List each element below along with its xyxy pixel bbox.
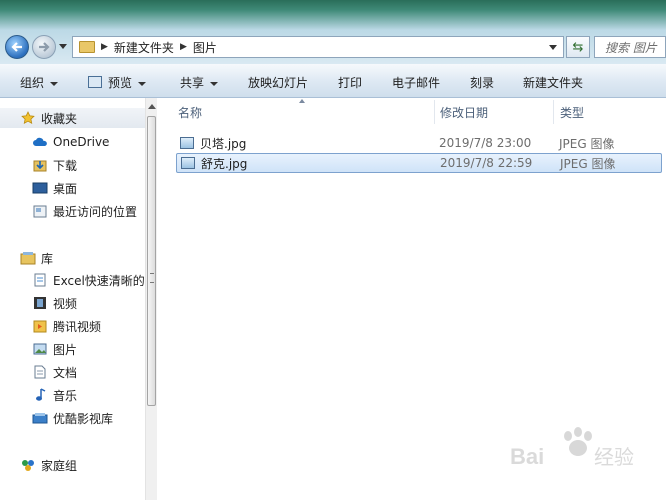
star-icon	[20, 111, 36, 125]
folder-play-icon	[32, 319, 48, 333]
downloads-folder-icon	[32, 158, 48, 172]
nav-item-recent-places[interactable]: 最近访问的位置	[0, 201, 146, 221]
back-button[interactable]	[5, 35, 29, 59]
breadcrumb-new-folder[interactable]: 新建文件夹	[114, 39, 174, 56]
window-title-area: ▶ 新建文件夹 ▶ 图片 ⇆ 搜索 图片	[0, 0, 666, 64]
nav-homegroup-label: 家庭组	[41, 458, 78, 473]
nav-item-label: 腾讯视频	[53, 319, 102, 334]
nav-item-label: 优酷影视库	[53, 411, 114, 426]
nav-item-documents[interactable]: 文档	[0, 362, 146, 382]
desktop-icon	[32, 181, 48, 195]
column-header-type[interactable]: 类型	[560, 104, 584, 121]
column-header-name[interactable]: 名称	[178, 104, 202, 121]
email-button[interactable]: 电子邮件	[392, 74, 440, 91]
slideshow-button[interactable]: 放映幻灯片	[248, 74, 308, 91]
navigation-scrollbar[interactable]	[145, 98, 157, 500]
cloud-icon	[32, 135, 48, 149]
nav-libraries-label: 库	[41, 251, 54, 266]
address-bar[interactable]: ▶ 新建文件夹 ▶ 图片	[72, 36, 564, 58]
recent-places-icon	[32, 204, 48, 218]
nav-item-label: 桌面	[53, 181, 78, 196]
breadcrumb-pictures[interactable]: 图片	[193, 39, 217, 56]
chevron-down-icon	[210, 81, 219, 86]
preview-icon	[88, 76, 102, 88]
command-bar: 组织 预览 共享 放映幻灯片 打印 电子邮件 刻录 新建文件夹	[0, 64, 666, 98]
nav-item-label: 文档	[53, 365, 78, 380]
nav-item-excel-library[interactable]: Excel快速清晰的	[0, 270, 146, 290]
nav-item-music[interactable]: 音乐	[0, 385, 146, 405]
nav-item-label: 最近访问的位置	[53, 204, 138, 219]
column-header-date-modified[interactable]: 修改日期	[440, 104, 488, 121]
arrow-right-icon	[39, 42, 50, 52]
film-icon	[32, 296, 48, 310]
nav-item-pictures[interactable]: 图片	[0, 339, 146, 359]
new-folder-button[interactable]: 新建文件夹	[523, 74, 583, 91]
organize-button[interactable]: 组织	[20, 74, 59, 91]
nav-favorites-label: 收藏夹	[41, 111, 78, 126]
organize-label: 组织	[20, 76, 45, 90]
folder-icon	[79, 41, 95, 53]
nav-item-label: OneDrive	[53, 135, 110, 149]
homegroup-icon	[20, 458, 36, 472]
scroll-up-icon[interactable]	[148, 104, 156, 109]
nav-item-onedrive[interactable]: OneDrive	[0, 132, 146, 152]
jpeg-file-icon	[180, 137, 194, 149]
navigation-pane: 收藏夹 OneDrive 下载 桌面 最近访问的位置 库 Excel快速清晰的 …	[0, 98, 146, 500]
nav-item-desktop[interactable]: 桌面	[0, 178, 146, 198]
share-label: 共享	[180, 76, 205, 90]
file-type: JPEG 图像	[559, 136, 615, 151]
column-divider[interactable]	[434, 100, 435, 124]
sort-ascending-icon	[299, 99, 305, 103]
column-divider[interactable]	[553, 100, 554, 124]
document-library-icon	[32, 273, 48, 287]
svg-text:Bai: Bai	[510, 444, 544, 469]
nav-item-label: 下载	[53, 158, 78, 173]
nav-item-label: 音乐	[53, 388, 78, 403]
file-name: 舒克.jpg	[201, 156, 248, 171]
file-row-selected[interactable]: 舒克.jpg 2019/7/8 22:59 JPEG 图像	[176, 153, 662, 173]
svg-text:经验: 经验	[594, 445, 634, 469]
chevron-right-icon[interactable]: ▶	[101, 42, 108, 52]
share-button[interactable]: 共享	[180, 74, 219, 91]
file-date-modified: 2019/7/8 23:00	[439, 136, 532, 150]
baidu-jingyan-watermark: Bai 经验	[510, 427, 634, 469]
chevron-down-icon	[138, 81, 147, 86]
recent-pages-dropdown[interactable]	[59, 44, 67, 49]
music-note-icon	[32, 388, 48, 402]
address-history-dropdown[interactable]	[549, 45, 557, 50]
chevron-right-icon[interactable]: ▶	[180, 42, 187, 52]
nav-favorites[interactable]: 收藏夹	[0, 108, 146, 128]
file-type: JPEG 图像	[560, 156, 616, 171]
preview-button[interactable]: 预览	[88, 74, 147, 91]
chevron-down-icon	[50, 81, 59, 86]
file-name: 贝塔.jpg	[200, 136, 247, 151]
file-row[interactable]: 贝塔.jpg 2019/7/8 23:00 JPEG 图像	[176, 133, 662, 153]
refresh-button[interactable]: ⇆	[566, 36, 590, 58]
arrow-left-icon	[11, 42, 22, 52]
nav-item-downloads[interactable]: 下载	[0, 155, 146, 175]
print-button[interactable]: 打印	[338, 74, 362, 91]
nav-item-label: 视频	[53, 296, 78, 311]
nav-item-label: 图片	[53, 342, 78, 357]
forward-button[interactable]	[32, 35, 56, 59]
nav-item-label: Excel快速清晰的	[53, 273, 145, 288]
nav-item-tencent-video[interactable]: 腾讯视频	[0, 316, 146, 336]
nav-libraries[interactable]: 库	[0, 248, 146, 268]
document-icon	[32, 365, 48, 379]
preview-label: 预览	[108, 76, 133, 90]
nav-homegroup[interactable]: 家庭组	[0, 455, 146, 475]
burn-button[interactable]: 刻录	[470, 74, 494, 91]
nav-item-videos[interactable]: 视频	[0, 293, 146, 313]
nav-item-youku-library[interactable]: 优酷影视库	[0, 408, 146, 428]
grip-icon	[150, 273, 154, 283]
file-date-modified: 2019/7/8 22:59	[440, 156, 533, 170]
jpeg-file-icon	[181, 157, 195, 169]
search-input[interactable]: 搜索 图片	[594, 36, 666, 58]
media-library-icon	[32, 411, 48, 425]
picture-icon	[32, 342, 48, 356]
refresh-icon: ⇆	[572, 39, 584, 55]
library-icon	[20, 251, 36, 265]
scrollbar-thumb[interactable]	[147, 116, 156, 406]
